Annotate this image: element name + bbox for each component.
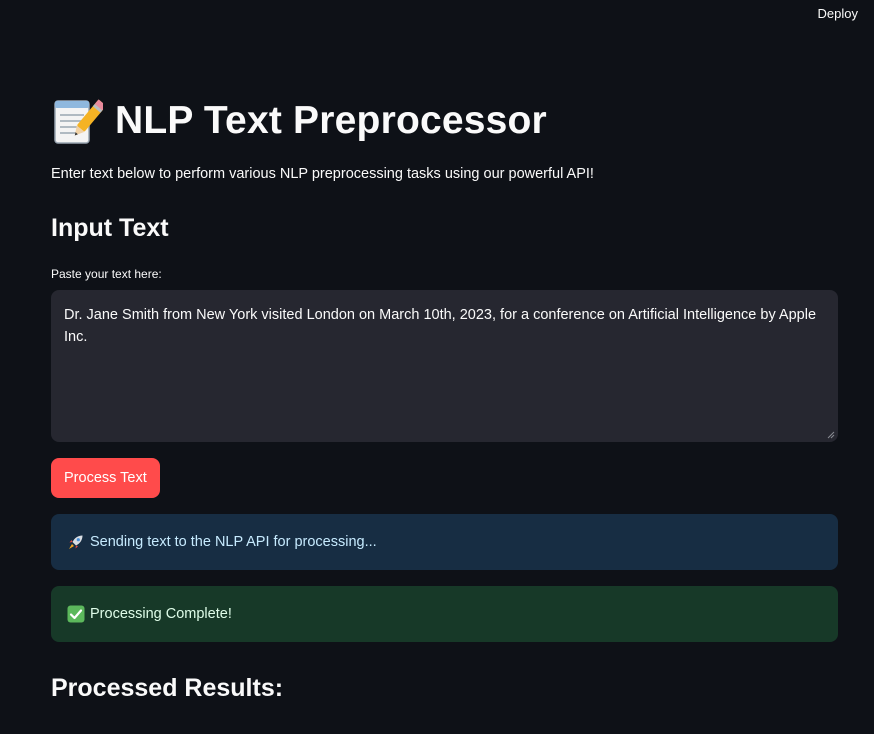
- page-title-row: NLP Text Preprocessor: [51, 92, 838, 150]
- results-heading: Processed Results:: [51, 674, 284, 702]
- success-alert-text: Processing Complete!: [90, 606, 232, 622]
- process-text-button[interactable]: Process Text: [51, 458, 160, 498]
- success-alert: Processing Complete!: [51, 586, 838, 642]
- page-subtitle: Enter text below to perform various NLP …: [51, 166, 594, 182]
- memo-pencil-icon: [54, 99, 103, 144]
- info-alert: Sending text to the NLP API for processi…: [51, 514, 838, 570]
- text-input-value: Dr. Jane Smith from New York visited Lon…: [64, 307, 817, 345]
- check-mark-icon: [67, 605, 85, 623]
- input-section-heading: Input Text: [51, 214, 169, 242]
- resize-handle-icon[interactable]: [827, 431, 835, 439]
- main-content: NLP Text Preprocessor Enter text below t…: [51, 92, 838, 703]
- app-header: Deploy: [0, 0, 874, 30]
- text-input-area[interactable]: Dr. Jane Smith from New York visited Lon…: [51, 290, 838, 442]
- page-title: NLP Text Preprocessor: [115, 99, 547, 142]
- text-input-label: Paste your text here:: [51, 267, 162, 281]
- info-alert-text: Sending text to the NLP API for processi…: [90, 534, 377, 550]
- deploy-button[interactable]: Deploy: [818, 6, 858, 21]
- rocket-icon: [69, 535, 83, 549]
